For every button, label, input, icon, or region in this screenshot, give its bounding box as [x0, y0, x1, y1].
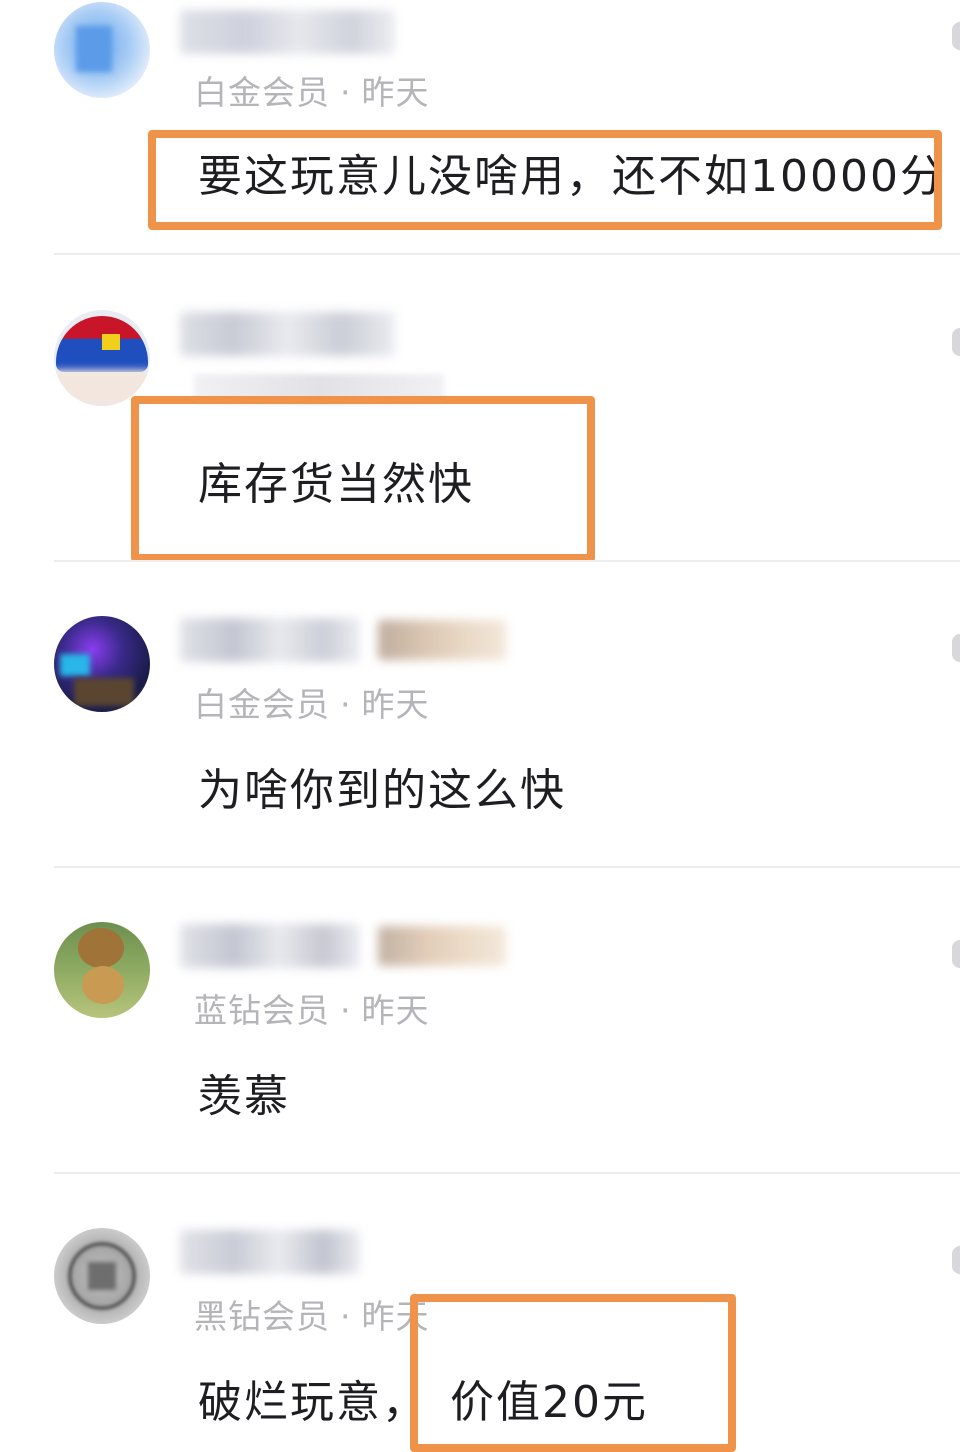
- more-icon[interactable]: [952, 22, 960, 50]
- member-level: 蓝钻会员: [194, 991, 330, 1030]
- member-badge-blurred: [378, 926, 506, 966]
- comment-time: 昨天: [361, 1297, 430, 1336]
- comment-item: 黑钻会员 · 昨天 破烂玩意， 价值20元: [0, 1174, 960, 1452]
- meta-separator: ·: [340, 1297, 352, 1336]
- comment-text-part1: 破烂玩意，: [198, 1377, 428, 1428]
- comment-text: 破烂玩意， 价值20元: [198, 1366, 648, 1430]
- meta-separator: ·: [340, 685, 352, 724]
- comment-text: 库存货当然快: [198, 459, 474, 510]
- avatar[interactable]: [54, 922, 150, 1018]
- member-meta: 蓝钻会员 · 昨天: [194, 984, 430, 1032]
- meta-separator: ·: [340, 73, 352, 112]
- comment-time: 昨天: [361, 685, 430, 724]
- member-meta: 白金会员 · 昨天: [194, 66, 430, 114]
- comment-item: 蓝钻会员 · 昨天 羡慕: [0, 868, 960, 1173]
- member-level: 白金会员: [194, 73, 330, 112]
- comment-text-part2: 价值20元: [450, 1377, 648, 1428]
- member-level: 白金会员: [194, 685, 330, 724]
- comment-text: 为啥你到的这么快: [198, 765, 566, 816]
- more-icon[interactable]: [952, 1246, 960, 1274]
- comment-time: 昨天: [361, 73, 430, 112]
- username-blurred[interactable]: [180, 1230, 360, 1274]
- username-blurred[interactable]: [180, 312, 395, 356]
- avatar[interactable]: [54, 310, 150, 406]
- more-icon[interactable]: [952, 634, 960, 662]
- comment-text: 要这玩意儿没啥用，还不如10000分: [198, 151, 946, 202]
- meta-separator: ·: [340, 991, 352, 1030]
- comment-time: 昨天: [361, 991, 430, 1030]
- member-level: 黑钻会员: [194, 1297, 330, 1336]
- member-badge-blurred: [378, 620, 506, 660]
- comment-text: 羡慕: [198, 1071, 290, 1122]
- comment-item: 库存货当然快: [0, 256, 960, 562]
- avatar[interactable]: [54, 1228, 150, 1324]
- username-blurred[interactable]: [180, 10, 395, 54]
- more-icon[interactable]: [952, 940, 960, 968]
- member-meta-obscured: [194, 374, 444, 404]
- avatar[interactable]: [54, 2, 150, 98]
- username-blurred[interactable]: [180, 924, 360, 968]
- comment-item: 白金会员 · 昨天 要这玩意儿没啥用，还不如10000分: [0, 0, 960, 255]
- member-meta: 黑钻会员 · 昨天: [194, 1290, 430, 1338]
- username-blurred[interactable]: [180, 618, 360, 662]
- more-icon[interactable]: [952, 328, 960, 356]
- divider: [54, 253, 960, 255]
- comment-item: 白金会员 · 昨天 为啥你到的这么快: [0, 562, 960, 867]
- member-meta: 白金会员 · 昨天: [194, 678, 430, 726]
- avatar[interactable]: [54, 616, 150, 712]
